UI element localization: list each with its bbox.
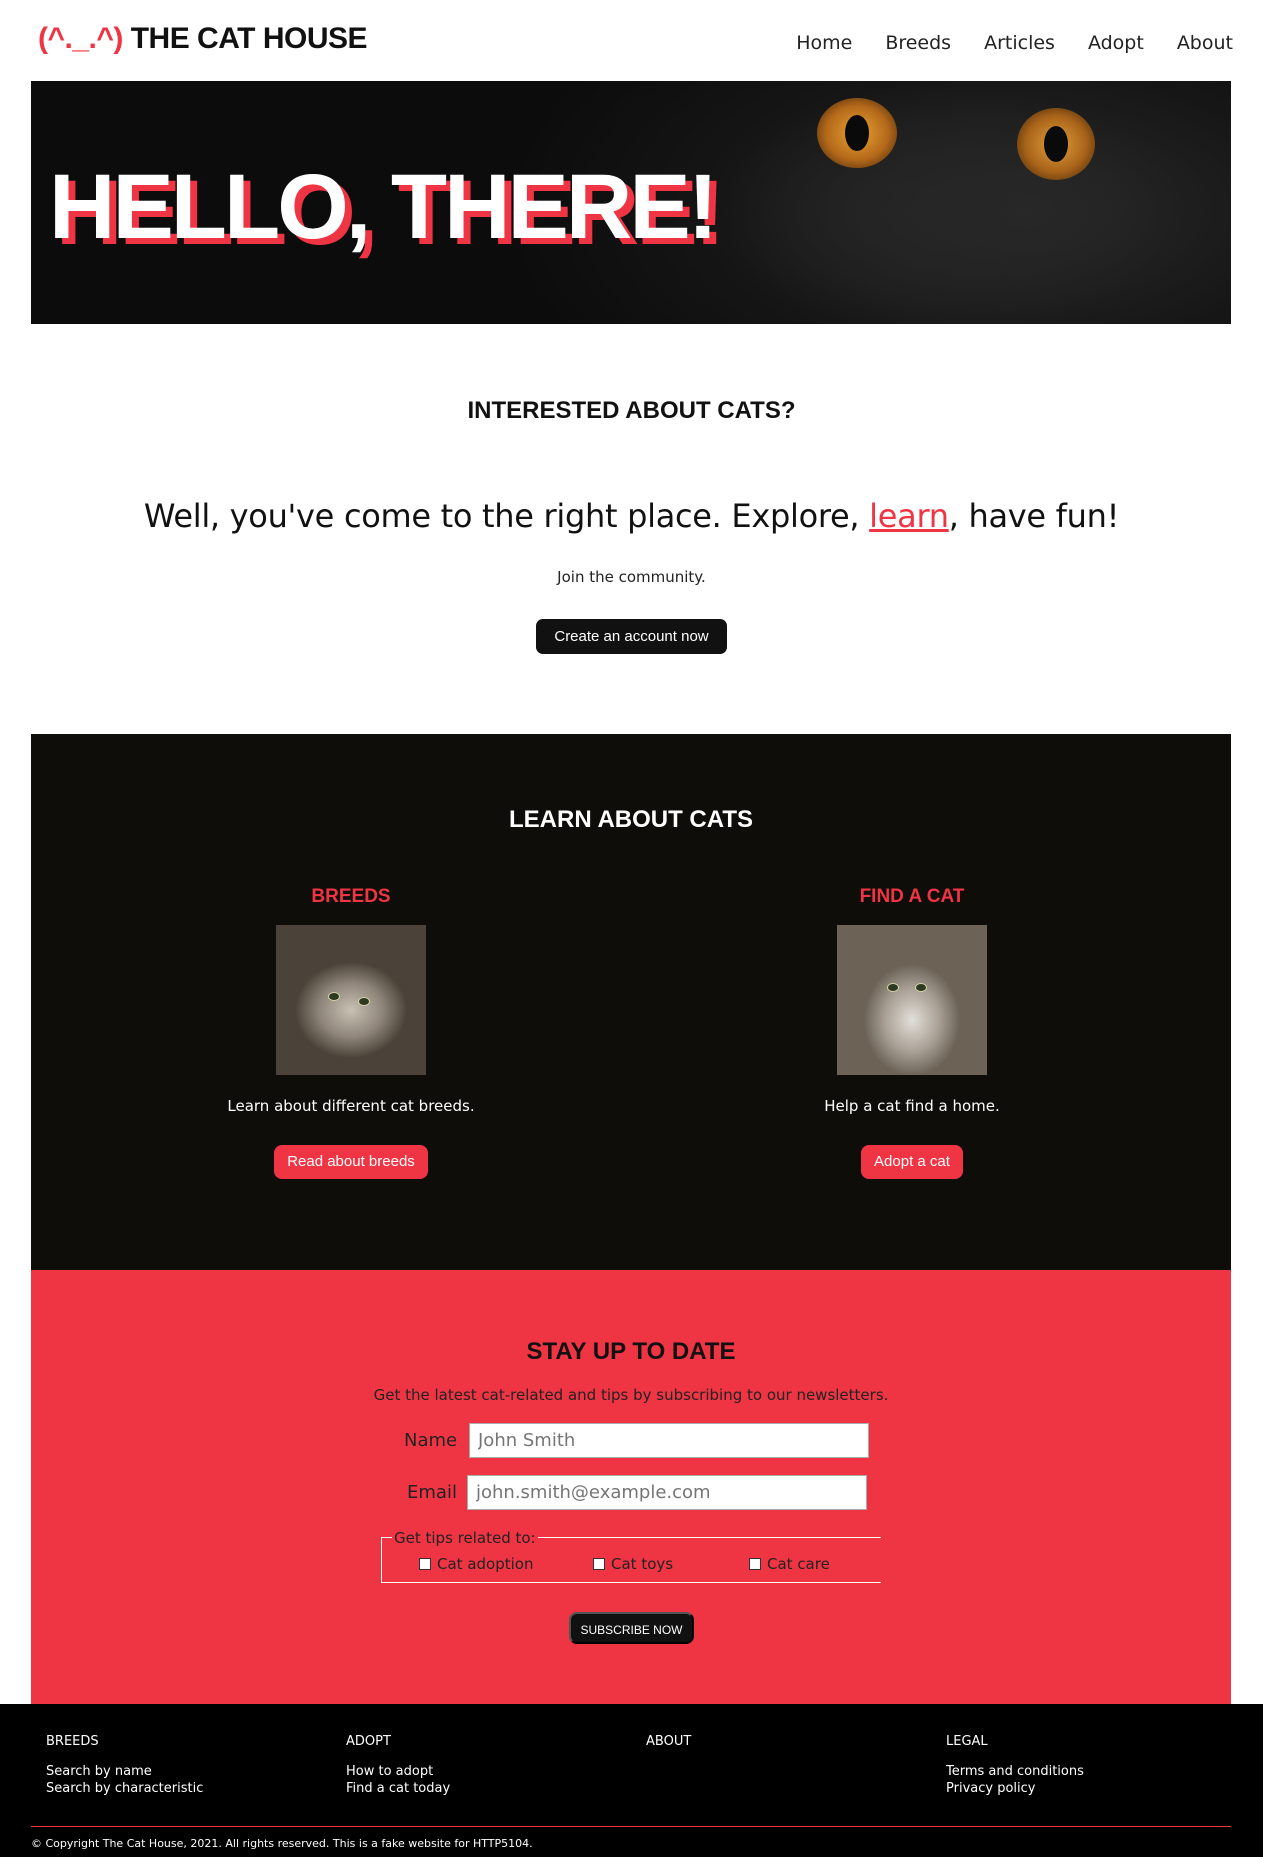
breeds-card-title: BREEDS bbox=[311, 886, 391, 907]
footer-col-breeds: BREEDS Search by name Search by characte… bbox=[46, 1734, 203, 1797]
newsletter-subtext: Get the latest cat-related and tips by s… bbox=[373, 1386, 889, 1404]
footer-link[interactable]: Terms and conditions bbox=[946, 1763, 1084, 1780]
footer-col-about: ABOUT bbox=[646, 1734, 691, 1763]
breeds-card: BREEDS Learn about different cat breeds.… bbox=[201, 886, 501, 1179]
nav-about[interactable]: About bbox=[1177, 32, 1233, 54]
hero-banner: HELLO, THERE! bbox=[31, 81, 1231, 324]
learn-heading: LEARN ABOUT CATS bbox=[509, 806, 753, 833]
hero-title: HELLO, THERE! bbox=[49, 156, 718, 258]
newsletter-heading: STAY UP TO DATE bbox=[526, 1338, 736, 1365]
site-footer: BREEDS Search by name Search by characte… bbox=[0, 1704, 1263, 1857]
footer-link[interactable]: Search by characteristic bbox=[46, 1780, 203, 1797]
checkbox-cat-toys[interactable]: Cat toys bbox=[593, 1555, 673, 1573]
site-logo[interactable]: (^._.^) THE CAT HOUSE bbox=[38, 22, 368, 56]
name-input[interactable] bbox=[469, 1423, 869, 1458]
email-label: Email bbox=[407, 1482, 457, 1503]
join-text: Join the community. bbox=[557, 568, 706, 586]
footer-link[interactable]: Find a cat today bbox=[346, 1780, 450, 1797]
learn-section: LEARN ABOUT CATS BREEDS Learn about diff… bbox=[31, 734, 1231, 1270]
footer-col-title: ADOPT bbox=[346, 1734, 391, 1749]
adopt-cat-button[interactable]: Adopt a cat bbox=[861, 1145, 963, 1179]
create-account-button[interactable]: Create an account now bbox=[536, 619, 727, 654]
kitten-image bbox=[837, 925, 987, 1075]
breeds-card-text: Learn about different cat breeds. bbox=[227, 1097, 475, 1115]
footer-link[interactable]: Search by name bbox=[46, 1763, 203, 1780]
footer-col-title: ABOUT bbox=[646, 1734, 692, 1749]
checkbox-box[interactable] bbox=[419, 1558, 431, 1570]
subscribe-button[interactable]: SUBSCRIBE NOW bbox=[569, 1612, 694, 1644]
footer-col-legal: LEGAL Terms and conditions Privacy polic… bbox=[946, 1734, 1084, 1797]
logo-text: THE CAT HOUSE bbox=[130, 22, 368, 55]
tips-legend: Get tips related to: bbox=[392, 1529, 538, 1547]
checkbox-label: Cat adoption bbox=[437, 1555, 534, 1573]
footer-col-adopt: ADOPT How to adopt Find a cat today bbox=[346, 1734, 450, 1797]
footer-col-title: LEGAL bbox=[946, 1734, 988, 1749]
intro-tagline: Well, you've come to the right place. Ex… bbox=[0, 497, 1263, 535]
email-input[interactable] bbox=[467, 1475, 867, 1510]
nav-breeds[interactable]: Breeds bbox=[885, 32, 951, 54]
footer-divider bbox=[31, 1826, 1231, 1827]
breeds-cat-image bbox=[276, 925, 426, 1075]
footer-col-title: BREEDS bbox=[46, 1734, 99, 1749]
copyright-text: © Copyright The Cat House, 2021. All rig… bbox=[31, 1837, 533, 1850]
checkbox-cat-adoption[interactable]: Cat adoption bbox=[419, 1555, 533, 1573]
nav-home[interactable]: Home bbox=[796, 32, 852, 54]
footer-link[interactable]: Privacy policy bbox=[946, 1780, 1084, 1797]
hero-cat-image bbox=[631, 81, 1231, 324]
main-nav: Home Breeds Articles Adopt About bbox=[796, 32, 1233, 54]
checkbox-cat-care[interactable]: Cat care bbox=[749, 1555, 830, 1573]
cat-eye-left bbox=[817, 98, 897, 168]
read-breeds-button[interactable]: Read about breeds bbox=[274, 1145, 428, 1179]
cat-eye-right bbox=[1017, 108, 1095, 180]
find-cat-card-title: FIND A CAT bbox=[859, 886, 965, 907]
nav-articles[interactable]: Articles bbox=[984, 32, 1055, 54]
nav-adopt[interactable]: Adopt bbox=[1088, 32, 1144, 54]
site-header: (^._.^) THE CAT HOUSE Home Breeds Articl… bbox=[0, 0, 1263, 80]
tips-fieldset: Get tips related to: Cat adoption Cat to… bbox=[381, 1529, 881, 1583]
newsletter-section: STAY UP TO DATE Get the latest cat-relat… bbox=[31, 1270, 1231, 1704]
learn-link[interactable]: learn bbox=[869, 497, 949, 535]
find-cat-card: FIND A CAT Help a cat find a home. Adopt… bbox=[762, 886, 1062, 1179]
find-cat-card-text: Help a cat find a home. bbox=[824, 1097, 1000, 1115]
checkbox-label: Cat care bbox=[767, 1555, 830, 1573]
intro-heading: INTERESTED ABOUT CATS? bbox=[467, 397, 796, 424]
checkbox-label: Cat toys bbox=[611, 1555, 674, 1573]
logo-cat-face: (^._.^) bbox=[38, 22, 123, 55]
tagline-start: Well, you've come to the right place. Ex… bbox=[143, 497, 870, 535]
footer-link[interactable]: How to adopt bbox=[346, 1763, 450, 1780]
name-label: Name bbox=[404, 1430, 458, 1451]
checkbox-box[interactable] bbox=[749, 1558, 761, 1570]
tagline-end: , have fun! bbox=[948, 497, 1120, 535]
checkbox-box[interactable] bbox=[593, 1558, 605, 1570]
